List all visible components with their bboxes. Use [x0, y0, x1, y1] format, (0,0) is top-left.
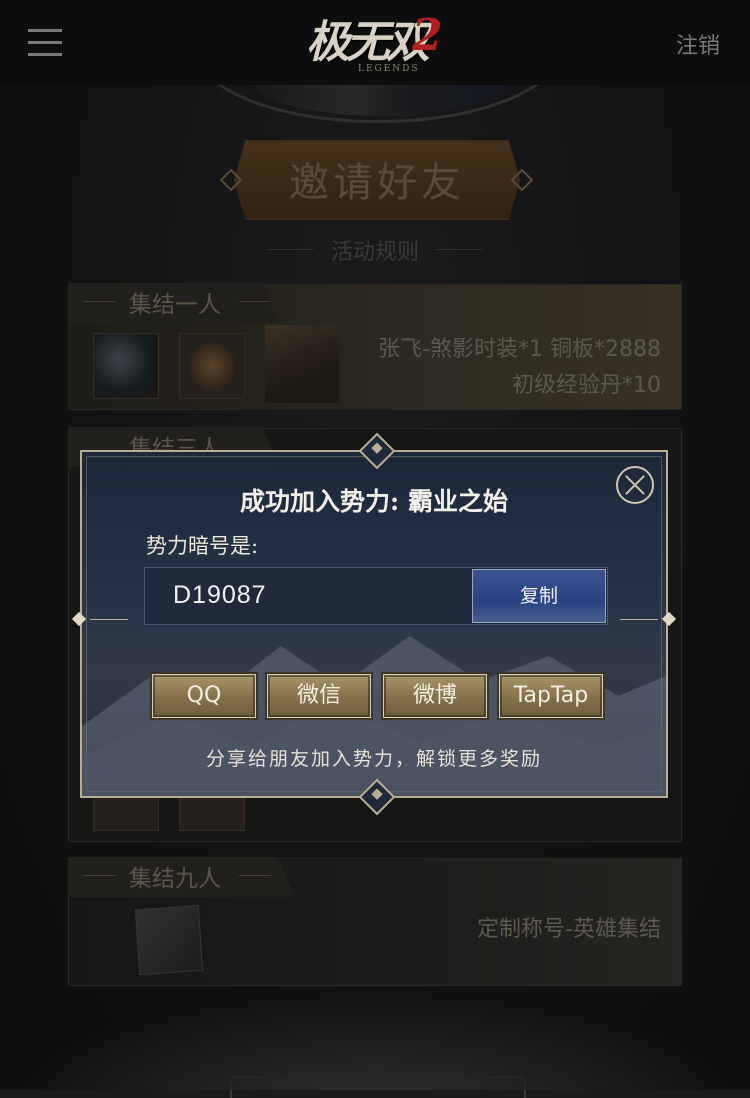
share-wechat-button[interactable]: 微信: [265, 672, 373, 720]
share-weibo-button[interactable]: 微博: [381, 672, 489, 720]
code-label: 势力暗号是:: [146, 534, 259, 558]
dialog-title: 成功加入势力: 霸业之始: [240, 487, 508, 516]
code-value: D19087: [173, 581, 267, 609]
join-success-dialog: 成功加入势力: 霸业之始 势力暗号是: D19087 复制 QQ 微信 微博 T…: [71, 432, 677, 816]
share-taptap-button[interactable]: TapTap: [497, 672, 605, 720]
code-field[interactable]: D19087 复制: [144, 567, 608, 625]
copy-button[interactable]: 复制: [472, 569, 606, 623]
logout-link[interactable]: 注销: [676, 28, 720, 60]
share-hint: 分享给朋友加入势力，解锁更多奖励: [205, 748, 542, 770]
hamburger-menu-icon[interactable]: [28, 29, 62, 57]
top-bar: 极无双 2 LEGENDS 注销: [0, 0, 750, 85]
share-qq-button[interactable]: QQ: [150, 672, 258, 720]
game-logo: 极无双 2 LEGENDS: [306, 10, 443, 74]
